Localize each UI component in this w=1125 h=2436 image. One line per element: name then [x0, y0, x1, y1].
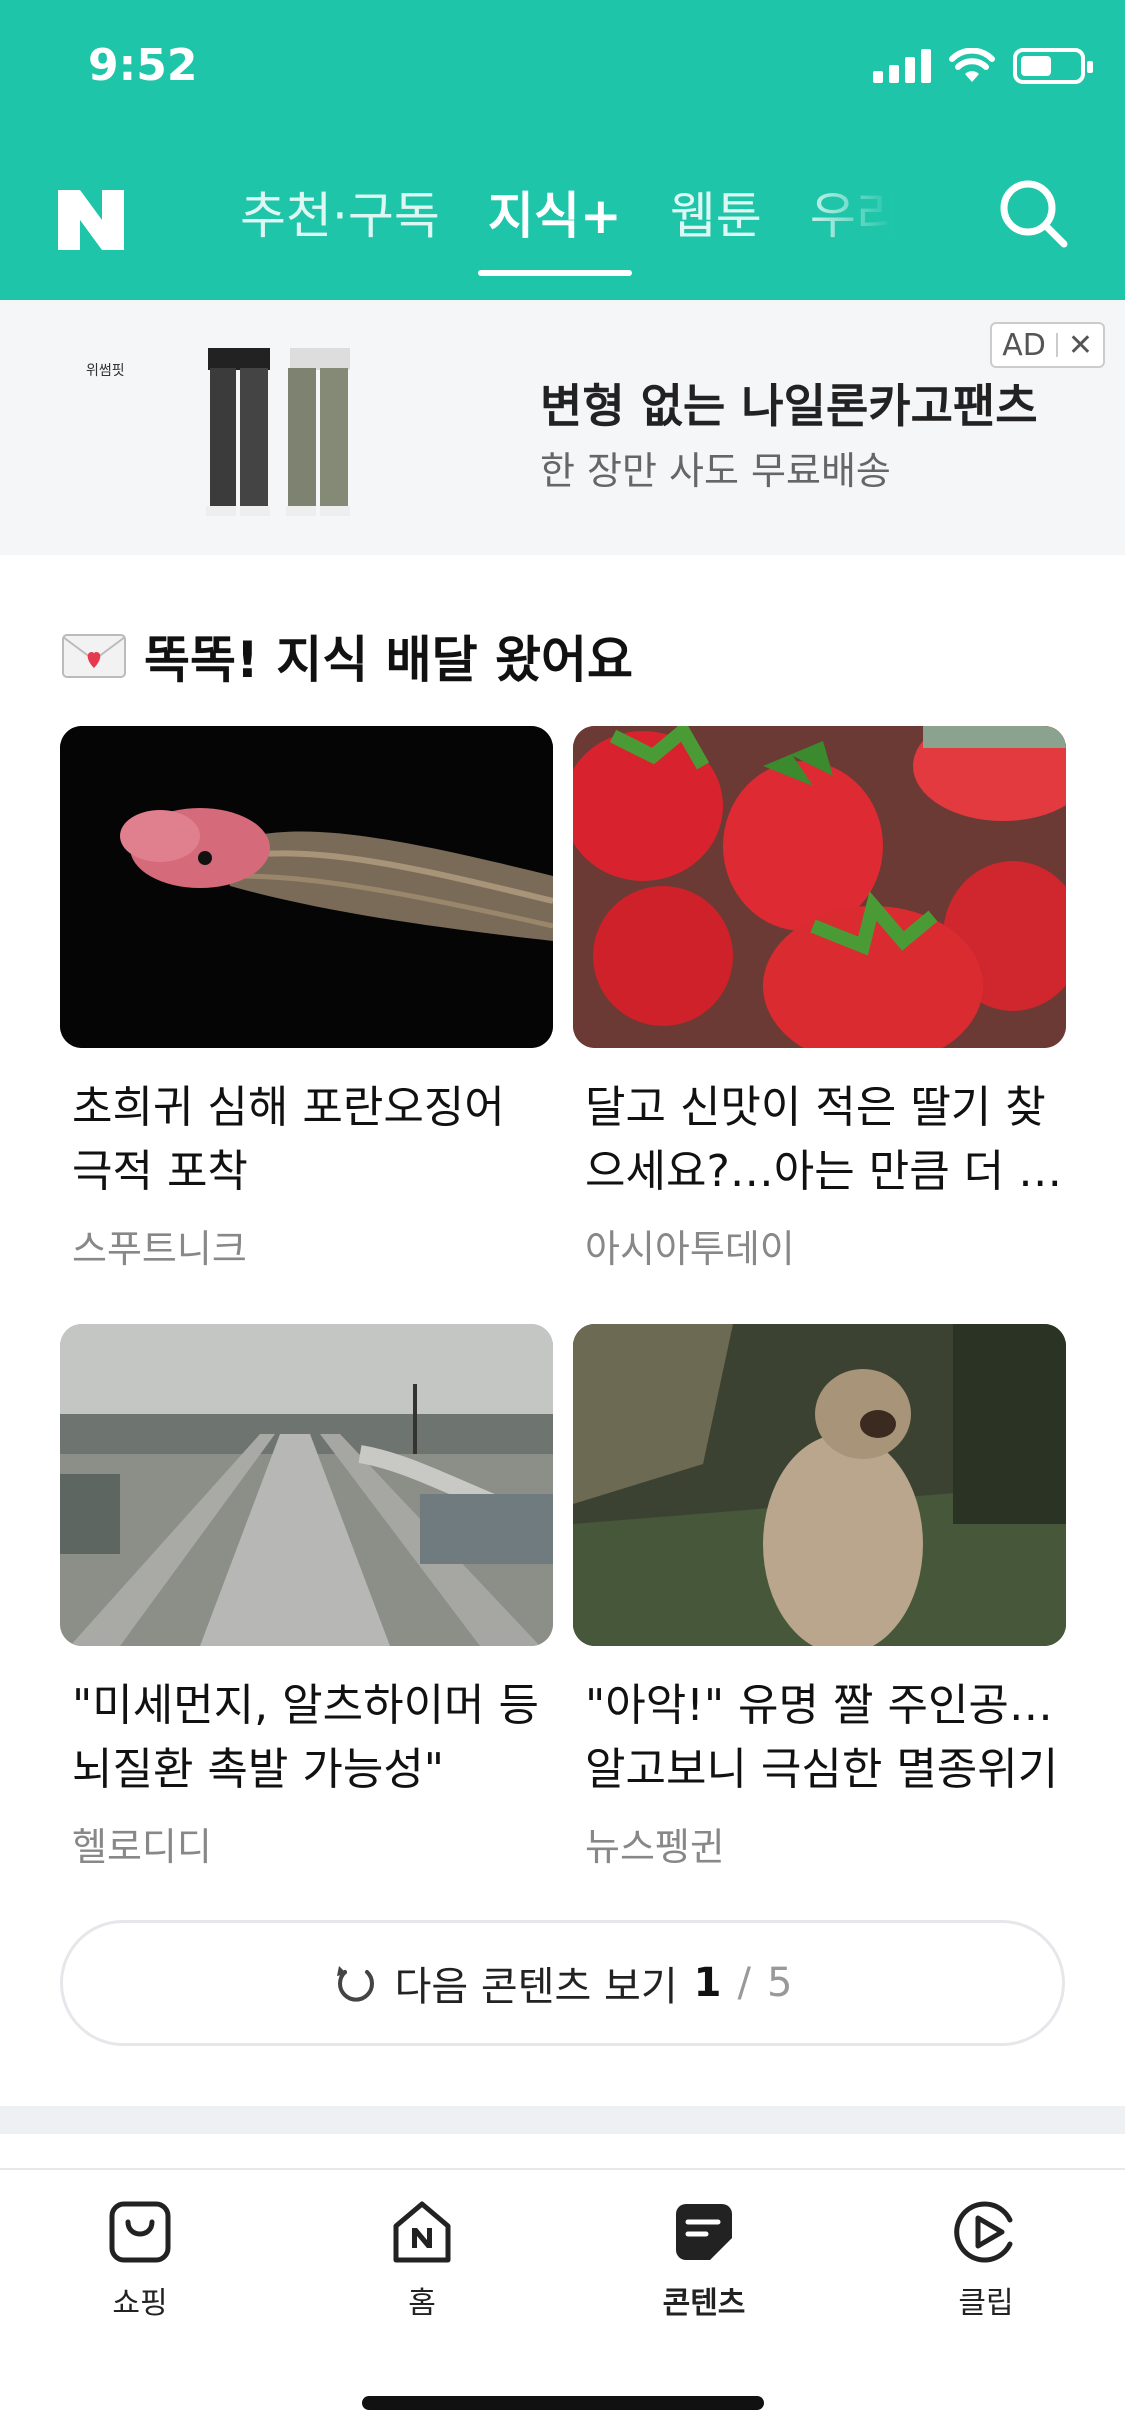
card-title: "미세먼지, 알츠하이머 등 뇌질환 촉발 가능성"	[72, 1680, 539, 1795]
wifi-icon	[949, 48, 995, 82]
tab-webtoon[interactable]: 웹툰	[670, 176, 762, 276]
card-source: 스푸트니크	[72, 1227, 247, 1271]
tab-home[interactable]: 홈	[342, 2200, 502, 2322]
card-source: 헬로디디	[72, 1825, 212, 1869]
close-icon[interactable]: ✕	[1068, 328, 1093, 363]
ad-brand-logo: 위썸핏	[86, 363, 125, 379]
card-title: 달고 신맛이 적은 딸기 찾으세요?…아는 만큼 더 …	[585, 1082, 1063, 1197]
refresh-icon	[336, 1966, 374, 2002]
tab-label: 콘텐츠	[662, 2286, 746, 2321]
tab-contents[interactable]: 콘텐츠	[624, 2200, 784, 2322]
section-divider	[0, 2106, 1125, 2134]
tab-recommend-subscribe[interactable]: 추천·구독	[240, 176, 440, 276]
card-title: "아악!" 유명 짤 주인공… 알고보니 극심한 멸종위기	[585, 1680, 1059, 1795]
content-card[interactable]: 초희귀 심해 포란오징어 극적 포착 스푸트니크	[60, 726, 553, 1273]
status-icons	[873, 48, 1093, 84]
contents-icon	[676, 2204, 732, 2260]
card-source: 뉴스펭귄	[585, 1825, 725, 1869]
love-letter-icon	[62, 634, 126, 678]
card-thumbnail	[60, 726, 553, 1048]
ad-banner[interactable]: 위썸핏 변형 없는 나일론카고팬츠 한 장만 사도 무료배송 AD ✕	[0, 300, 1125, 555]
ad-badge-divider	[1055, 333, 1058, 357]
next-content-button[interactable]: 다음 콘텐츠 보기 1 / 5	[60, 1920, 1065, 2046]
ad-subtitle: 한 장만 사도 무료배송	[540, 449, 891, 493]
tab-knowledge-plus[interactable]: 지식+	[477, 176, 632, 276]
cellular-signal-icon	[873, 49, 931, 83]
nav-fade-overlay	[800, 160, 970, 260]
content-card[interactable]: "미세먼지, 알츠하이머 등 뇌질환 촉발 가능성" 헬로디디	[60, 1324, 553, 1871]
page-separator: /	[737, 1960, 751, 2006]
content-card[interactable]: "아악!" 유명 짤 주인공… 알고보니 극심한 멸종위기 뉴스펭귄	[573, 1324, 1066, 1871]
card-title: 초희귀 심해 포란오징어 극적 포착	[72, 1082, 505, 1197]
content-card[interactable]: 달고 신맛이 적은 딸기 찾으세요?…아는 만큼 더 … 아시아투데이	[573, 726, 1066, 1273]
shopping-bag-icon	[109, 2201, 171, 2263]
battery-icon	[1013, 48, 1093, 84]
naver-logo[interactable]	[58, 190, 124, 250]
tab-clip[interactable]: 클립	[906, 2200, 1066, 2322]
page-current: 1	[693, 1960, 722, 2006]
card-thumbnail	[573, 1324, 1066, 1646]
tab-label: 클립	[958, 2286, 1014, 2321]
tab-shopping[interactable]: 쇼핑	[60, 2200, 220, 2322]
tab-label: 쇼핑	[112, 2286, 168, 2321]
home-indicator	[362, 2396, 764, 2410]
ad-badge[interactable]: AD ✕	[990, 322, 1105, 368]
ad-label: AD	[1002, 327, 1046, 363]
card-thumbnail	[60, 1324, 553, 1646]
search-icon[interactable]	[998, 178, 1070, 250]
page-total: 5	[766, 1960, 793, 2006]
tab-label: 홈	[408, 2286, 436, 2321]
status-time: 9:52	[88, 40, 198, 91]
ad-pants-image	[206, 348, 350, 516]
next-content-label: 다음 콘텐츠 보기	[394, 1964, 678, 2010]
section-title: 똑똑! 지식 배달 왔어요	[144, 631, 634, 689]
ad-title: 변형 없는 나일론카고팬츠	[540, 379, 1038, 433]
section-header: 똑똑! 지식 배달 왔어요	[62, 620, 633, 692]
top-header: 9:52 추천·구독 지식+ 웹툰 우리동	[0, 0, 1125, 300]
card-source: 아시아투데이	[585, 1227, 795, 1271]
clip-play-icon	[954, 2201, 1013, 2263]
card-thumbnail	[573, 726, 1066, 1048]
home-icon	[393, 2201, 451, 2263]
